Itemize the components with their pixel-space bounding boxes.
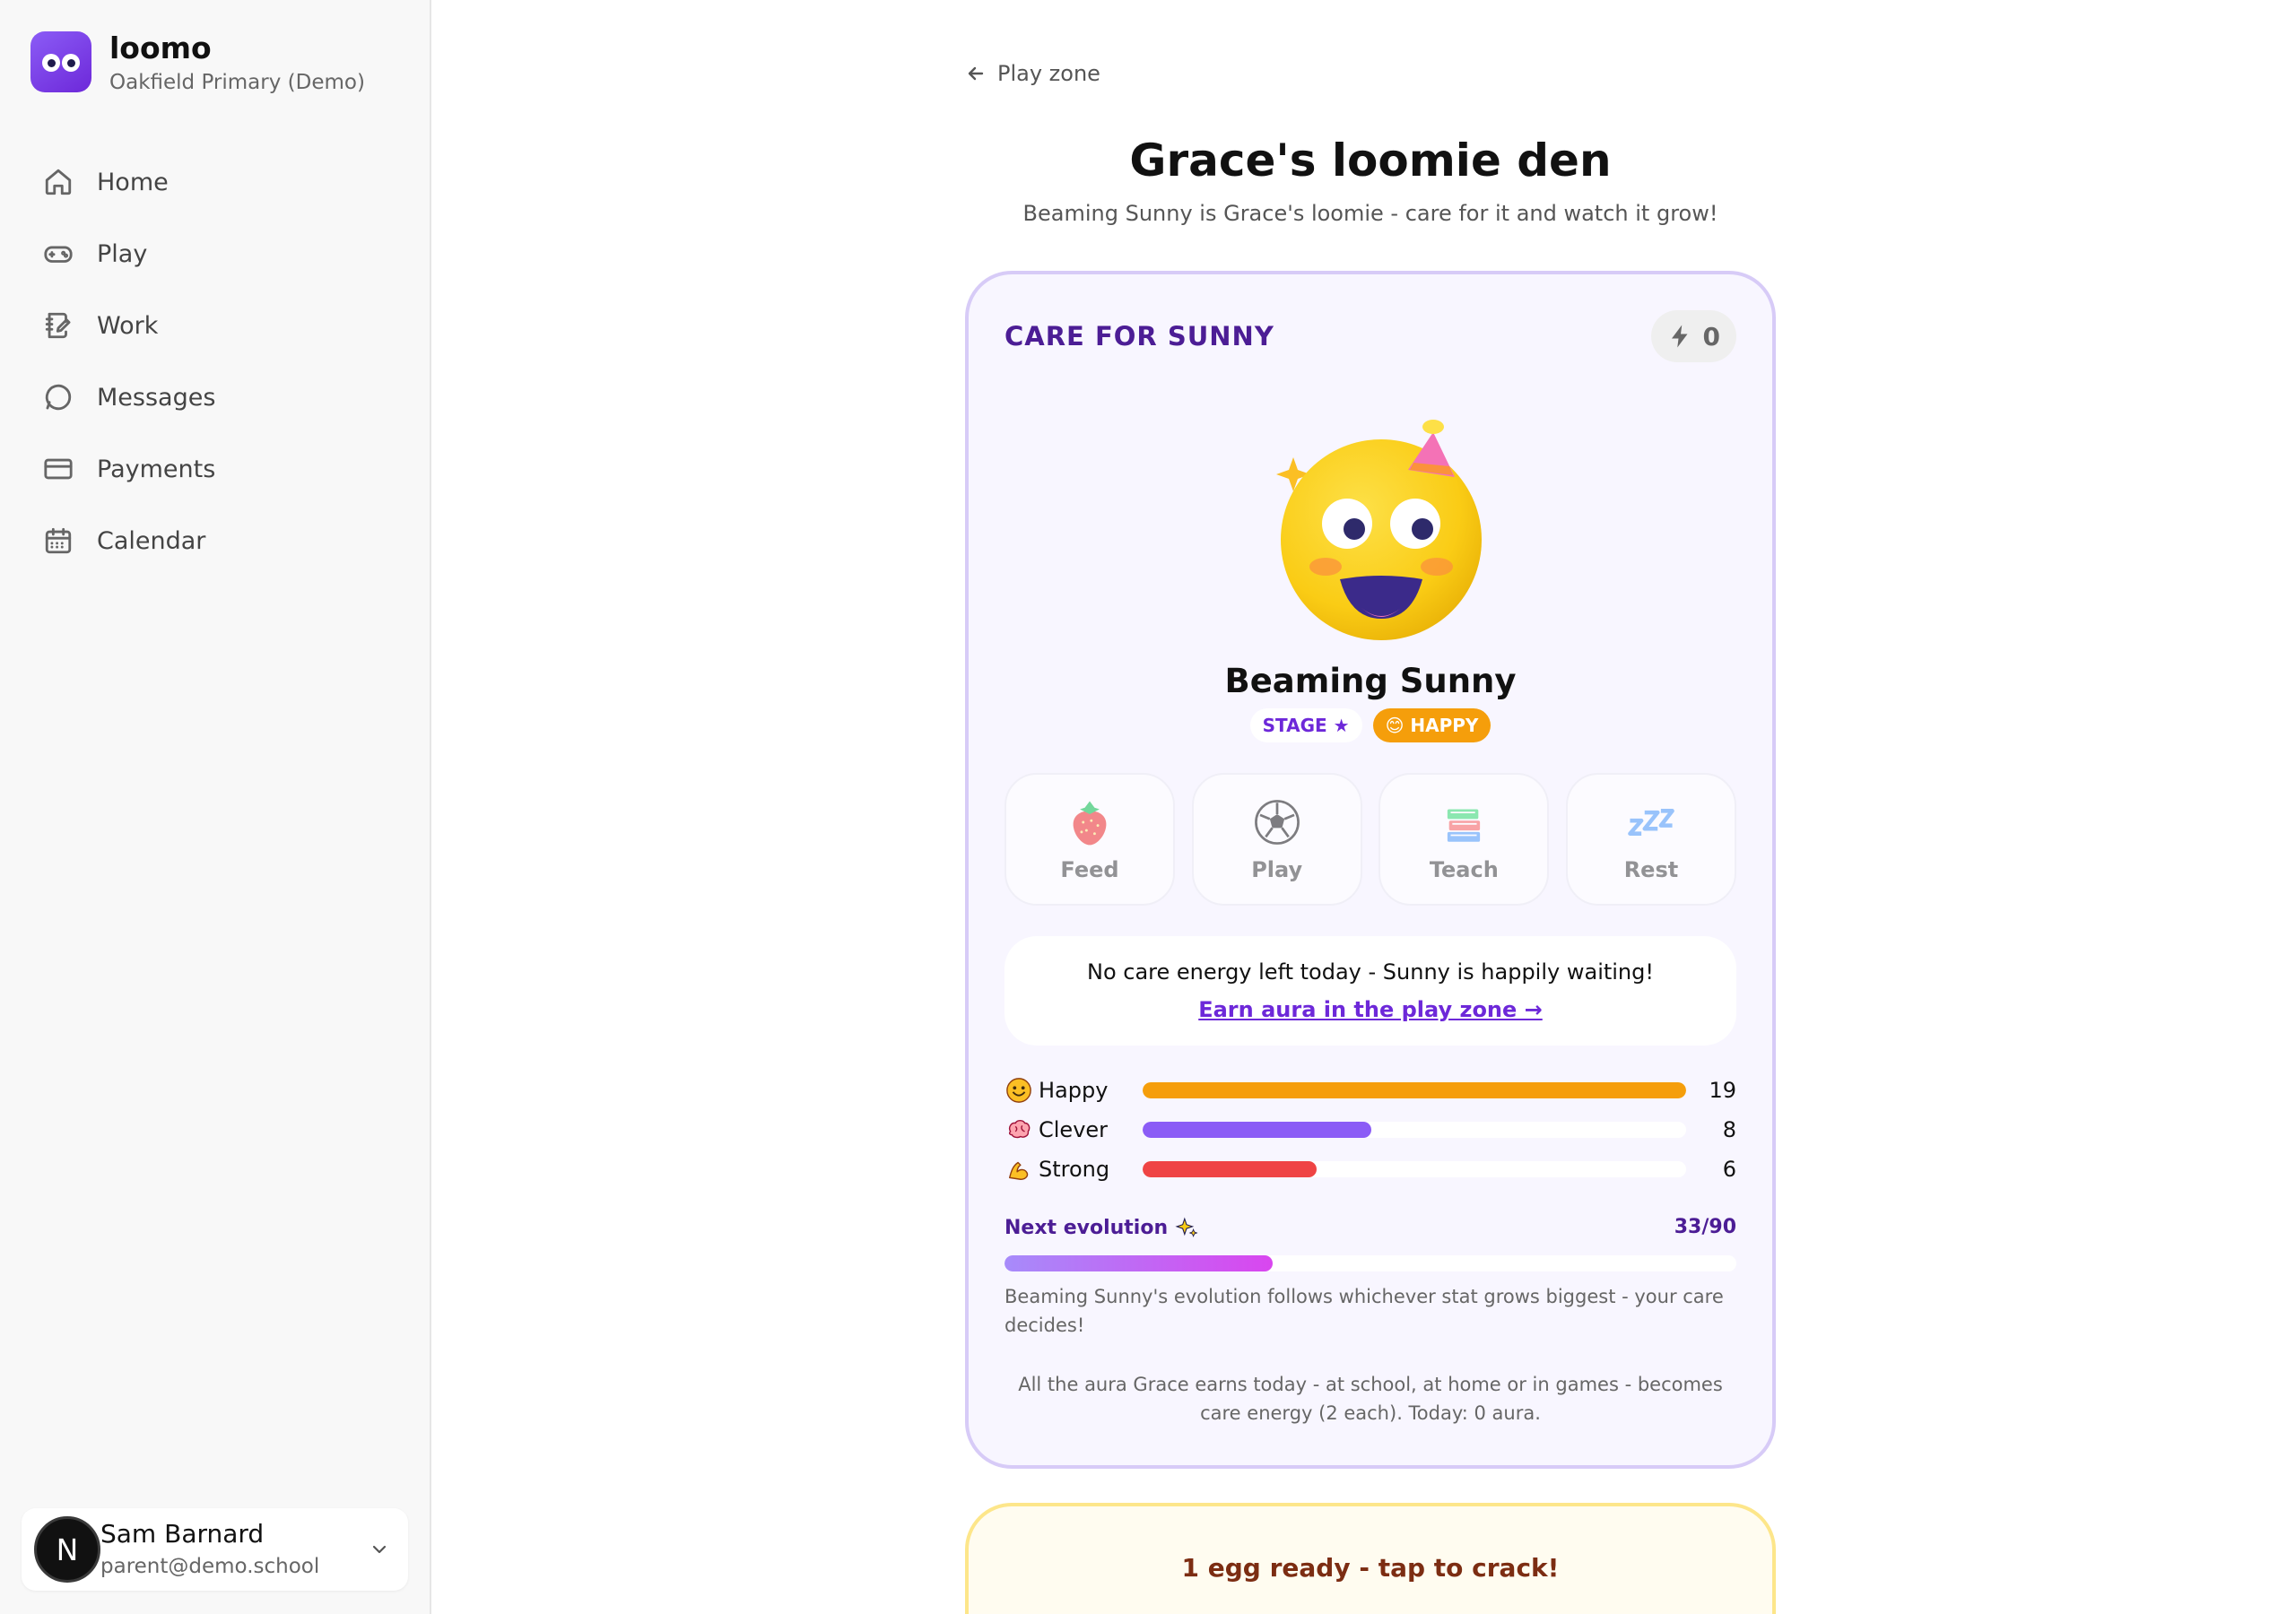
home-icon: [45, 169, 72, 195]
egg-title: 1 egg ready - tap to crack!: [1181, 1553, 1560, 1583]
page-title: Grace's loomie den: [1129, 134, 1612, 187]
user-menu[interactable]: N Sam Barnard parent@demo.school: [22, 1508, 408, 1591]
nav-label-play: Play: [97, 239, 148, 268]
brand-text: loomo Oakfield Primary (Demo): [109, 30, 365, 95]
notebook-icon: [45, 312, 71, 339]
rest-button[interactable]: Rest: [1565, 773, 1736, 906]
nav-item-payments[interactable]: Payments: [30, 433, 402, 505]
logo-eye-right: [62, 54, 80, 72]
nav-item-work[interactable]: Work: [30, 290, 402, 361]
nav-item-messages[interactable]: Messages: [30, 361, 402, 433]
care-title: CARE FOR SUNNY: [1004, 321, 1274, 351]
stat-fill-happy: [1143, 1082, 1686, 1098]
aura-note: All the aura Grace earns today - at scho…: [1018, 1374, 1723, 1424]
sidebar: loomo Oakfield Primary (Demo) Home Play …: [0, 0, 431, 1614]
logo-eye-left: [42, 54, 60, 72]
egg-card[interactable]: 1 egg ready - tap to crack!: [965, 1503, 1776, 1614]
pet-stats: Happy 19 Clever 8 Strong 6: [1004, 1071, 1736, 1189]
stat-label-strong: Strong: [1039, 1157, 1110, 1182]
user-email: parent@demo.school: [100, 1555, 320, 1578]
pet-name: Beaming Sunny: [1224, 662, 1517, 700]
school-name: Oakfield Primary (Demo): [109, 71, 365, 94]
loomo-logo: [30, 31, 91, 92]
arrow-left-icon: [968, 66, 984, 81]
credit-card-icon: [44, 458, 73, 480]
care-actions: Feed Play Teach Rest: [1004, 773, 1736, 906]
sunny-mascot[interactable]: [1247, 387, 1516, 656]
notice-text: No care energy left today - Sunny is hap…: [1086, 959, 1654, 985]
evolution-note: Beaming Sunny's evolution follows whiche…: [1004, 1286, 1724, 1336]
pupil-right: [1412, 518, 1433, 540]
stat-label-happy: Happy: [1039, 1078, 1109, 1103]
main-nav: Home Play Work Messages Payments Calenda…: [30, 146, 402, 577]
stat-value-strong: 6: [1722, 1157, 1736, 1182]
nav-label-payments: Payments: [97, 455, 216, 483]
rest-label: Rest: [1623, 857, 1679, 882]
stat-value-happy: 19: [1709, 1078, 1736, 1103]
energy-counter: 0: [1650, 310, 1736, 362]
cheek-right: [1421, 558, 1453, 576]
mood-badge: 😊 HAPPY: [1372, 708, 1492, 742]
evolution-count: 33/90: [1674, 1216, 1736, 1238]
nav-item-home[interactable]: Home: [30, 146, 402, 218]
smiley-icon: [1004, 1076, 1033, 1105]
stat-fill-clever: [1143, 1122, 1371, 1138]
earn-aura-link[interactable]: Earn aura in the play zone →: [1198, 997, 1543, 1022]
nav-item-play[interactable]: Play: [30, 218, 402, 290]
nav-label-messages: Messages: [97, 383, 216, 412]
sparkles-icon: [1175, 1217, 1198, 1237]
books-icon: [1448, 809, 1481, 842]
pet-badges: STAGE ★ 😊 HAPPY: [969, 708, 1772, 742]
stat-row-strong: Strong 6: [1004, 1150, 1736, 1189]
back-link-label: Play zone: [997, 61, 1100, 86]
page-subtitle: Beaming Sunny is Grace's loomie - care f…: [1022, 201, 1718, 226]
energy-notice: No care energy left today - Sunny is hap…: [1004, 936, 1736, 1046]
stage-badge: STAGE ★: [1249, 708, 1362, 742]
evolution-label: Next evolution: [1004, 1216, 1198, 1239]
feed-label: Feed: [1060, 857, 1119, 882]
evolution-progress-fill: [1004, 1255, 1274, 1271]
back-link[interactable]: Play zone: [965, 61, 1100, 86]
stat-value-clever: 8: [1722, 1117, 1736, 1142]
strawberry-icon: [1073, 801, 1107, 846]
stat-fill-strong: [1143, 1161, 1317, 1177]
brand[interactable]: loomo Oakfield Primary (Demo): [30, 31, 365, 94]
stat-row-clever: Clever 8: [1004, 1110, 1736, 1150]
evolution-progress: [1004, 1255, 1736, 1271]
nav-label-work: Work: [97, 311, 159, 340]
teach-label: Teach: [1429, 857, 1499, 882]
cheek-left: [1309, 558, 1342, 576]
energy-value: 0: [1702, 321, 1720, 351]
brain-icon: [1004, 1115, 1033, 1144]
nav-label-calendar: Calendar: [97, 526, 206, 555]
pupil-left: [1344, 518, 1365, 540]
evolution-label-text: Next evolution: [1004, 1216, 1169, 1239]
teach-button[interactable]: Teach: [1378, 773, 1550, 906]
nav-item-calendar[interactable]: Calendar: [30, 505, 402, 577]
soccer-ball-icon: [1254, 800, 1300, 845]
zzz-icon: [1628, 809, 1674, 836]
gamepad-icon: [44, 246, 73, 263]
brand-name: loomo: [109, 30, 212, 65]
feed-button[interactable]: Feed: [1004, 773, 1175, 906]
nav-label-home: Home: [97, 168, 169, 196]
play-button[interactable]: Play: [1191, 773, 1362, 906]
stat-row-happy: Happy 19: [1004, 1071, 1736, 1110]
stat-bar-happy: [1143, 1082, 1686, 1098]
stat-label-clever: Clever: [1039, 1117, 1109, 1142]
calendar-icon: [45, 527, 72, 554]
play-label: Play: [1251, 857, 1303, 882]
chevron-down-icon: [372, 1545, 387, 1554]
stat-bar-clever: [1143, 1122, 1686, 1138]
user-name: Sam Barnard: [100, 1519, 265, 1549]
lightning-icon: [1671, 325, 1688, 348]
avatar: N: [34, 1516, 100, 1583]
care-card: CARE FOR SUNNY 0 Beaming Sunny STAGE ★ 😊…: [965, 271, 1776, 1469]
message-icon: [45, 384, 72, 411]
flexed-arm-icon: [1004, 1155, 1033, 1184]
stat-bar-strong: [1143, 1161, 1686, 1177]
